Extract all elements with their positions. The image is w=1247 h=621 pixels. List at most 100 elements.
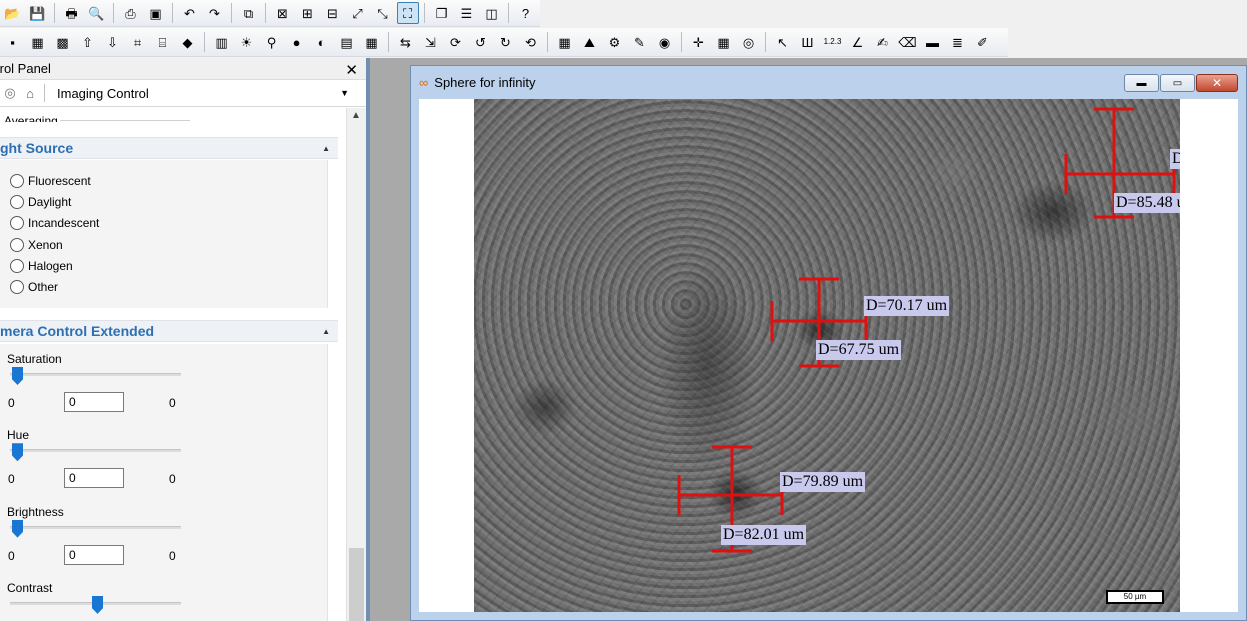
bulb-icon[interactable]: ☀ <box>236 31 258 53</box>
layers-icon[interactable]: ▤ <box>336 31 358 53</box>
count-icon[interactable]: 1.2.3 <box>822 31 844 53</box>
radio-button[interactable] <box>10 195 24 210</box>
slider-thumb[interactable] <box>12 367 23 385</box>
zoom-out-icon[interactable]: ⊟ <box>322 2 344 24</box>
gift-icon[interactable]: ▦ <box>554 31 576 53</box>
cross-icon[interactable]: ✛ <box>688 31 710 53</box>
print-icon[interactable]: 🖶 <box>61 2 83 24</box>
video-icon[interactable]: ▩ <box>52 31 74 53</box>
scan-icon[interactable]: ⎙ <box>120 2 142 24</box>
angle-icon[interactable]: ∠ <box>847 31 869 53</box>
tile-vertical-icon[interactable]: ◫ <box>481 2 503 24</box>
freehand-icon[interactable]: ✍ <box>872 31 894 53</box>
collapse-icon[interactable]: ▲ <box>322 327 330 336</box>
cascade-icon[interactable]: ❐ <box>431 2 453 24</box>
scroll-up-icon[interactable]: ▲ <box>351 110 361 121</box>
zoom-actual-icon[interactable]: ⤢ <box>347 2 369 24</box>
fullscreen-icon[interactable]: ⛶ <box>396 2 419 24</box>
measurement-label[interactable]: D=67.75 um <box>816 340 902 360</box>
microscope-image[interactable]: D=80.67 D=85.48 um D=70.17 um D=67.75 um D=7… <box>474 99 1180 612</box>
slider-track[interactable] <box>10 373 181 376</box>
slider-value-input[interactable]: 0 <box>64 468 124 489</box>
light-source-option[interactable]: Fluorescent <box>10 174 91 188</box>
help-icon[interactable]: ? <box>515 2 537 24</box>
zoom-window-icon[interactable]: ⤡ <box>372 2 394 24</box>
arrow-up-icon[interactable]: ⇧ <box>77 31 99 53</box>
radio-button[interactable] <box>10 258 24 273</box>
color-icon[interactable]: ▪ <box>2 31 24 53</box>
frame-icon[interactable]: ⌸ <box>152 31 174 53</box>
radio-button[interactable] <box>10 216 24 231</box>
slider-track[interactable] <box>10 449 181 453</box>
measurement-label[interactable]: D=79.89 um <box>780 472 866 492</box>
camera-control-header[interactable]: mera Control Extended ▲ <box>0 320 338 342</box>
erase-icon[interactable]: ⌫ <box>897 31 919 53</box>
close-button[interactable]: ✕ <box>1196 74 1238 92</box>
measurement-label[interactable]: D=80.67 <box>1170 149 1180 169</box>
light-source-option[interactable]: Other <box>10 280 58 294</box>
radio-button[interactable] <box>10 237 24 252</box>
slider-thumb[interactable] <box>92 595 103 614</box>
maximize-button[interactable]: ▭ <box>1160 74 1195 92</box>
ruler-icon[interactable]: ▬ <box>922 31 944 53</box>
camera-icon[interactable]: ▦ <box>27 31 49 53</box>
measurement-label[interactable]: D=82.01 um <box>721 525 807 545</box>
grid-icon[interactable]: ▦ <box>713 31 735 53</box>
crop-icon[interactable]: ⌗ <box>127 31 149 53</box>
image-window-titlebar[interactable]: ∞ Sphere for infinity <box>411 66 1246 98</box>
stack-icon[interactable]: ▦ <box>361 31 383 53</box>
zoom-in-icon[interactable]: ⊞ <box>297 2 319 24</box>
pencil-icon[interactable]: ✎ <box>629 31 651 53</box>
radio-button[interactable] <box>10 174 24 188</box>
light-source-option[interactable]: Xenon <box>10 237 63 252</box>
radio-button[interactable] <box>10 280 24 294</box>
back-icon[interactable]: ◎ <box>0 83 20 103</box>
arrow-down-icon[interactable]: ⇩ <box>102 31 124 53</box>
light-source-option[interactable]: Incandescent <box>10 216 99 231</box>
gear-icon[interactable]: ⚙ <box>604 31 626 53</box>
slider-value-input[interactable]: 0 <box>64 392 124 412</box>
panel-selector-dropdown[interactable]: Imaging Control ▼ <box>53 83 353 103</box>
scrollbar-thumb[interactable] <box>349 548 364 621</box>
target-icon[interactable]: ◎ <box>738 31 760 53</box>
collapse-icon[interactable]: ▲ <box>322 144 330 153</box>
mountain-icon[interactable]: ⛰ <box>579 31 601 53</box>
print-preview-icon[interactable]: 🔍 <box>86 2 108 24</box>
diamond-icon[interactable]: ◆ <box>177 31 199 53</box>
resize-icon[interactable]: ⇲ <box>420 31 442 53</box>
pointer-icon[interactable]: ↖ <box>772 31 794 53</box>
undo-icon[interactable]: ↶ <box>179 2 201 24</box>
minimize-button[interactable]: ▬ <box>1124 74 1159 92</box>
globe-icon[interactable]: ◉ <box>654 31 676 53</box>
measure-icon[interactable]: Ш <box>797 31 819 53</box>
save-icon[interactable]: 💾 <box>27 2 49 24</box>
measurement-label[interactable]: D=70.17 um <box>864 296 950 316</box>
light-source-header[interactable]: ght Source ▲ <box>0 137 338 159</box>
rotate-90-right-icon[interactable]: ↻ <box>495 31 517 53</box>
open-folder-icon[interactable]: 📂 <box>2 2 24 24</box>
slider-thumb[interactable] <box>12 443 23 462</box>
slider-thumb[interactable] <box>12 519 23 538</box>
tile-horizontal-icon[interactable]: ☰ <box>456 2 478 24</box>
copy-icon[interactable]: ⧉ <box>238 2 260 24</box>
home-icon[interactable]: ⌂ <box>20 83 40 103</box>
redo-icon[interactable]: ↷ <box>204 2 226 24</box>
rotate-180-icon[interactable]: ⟲ <box>520 31 542 53</box>
histogram-icon[interactable]: ▥ <box>211 31 233 53</box>
circle-red-icon[interactable]: ● <box>286 31 308 53</box>
ellipse-icon[interactable]: ◐ <box>311 31 333 53</box>
settings-pen-icon[interactable]: ✐ <box>972 31 994 53</box>
slider-track[interactable] <box>10 525 181 529</box>
flip-icon[interactable]: ⇆ <box>395 31 417 53</box>
light-source-option[interactable]: Halogen <box>10 258 73 273</box>
close-icon[interactable]: ✕ <box>345 61 358 79</box>
light-source-option[interactable]: Daylight <box>10 195 71 210</box>
rotate-90-left-icon[interactable]: ↺ <box>470 31 492 53</box>
scale-icon[interactable]: ≣ <box>947 31 969 53</box>
rotate-icon[interactable]: ⟳ <box>445 31 467 53</box>
capture-icon[interactable]: ▣ <box>145 2 167 24</box>
pin-icon[interactable]: ⚲ <box>261 31 283 53</box>
slider-value-input[interactable]: 0 <box>64 544 124 565</box>
panel-scrollbar[interactable]: ▲ <box>346 108 366 621</box>
measurement-label[interactable]: D=85.48 um <box>1114 193 1180 213</box>
